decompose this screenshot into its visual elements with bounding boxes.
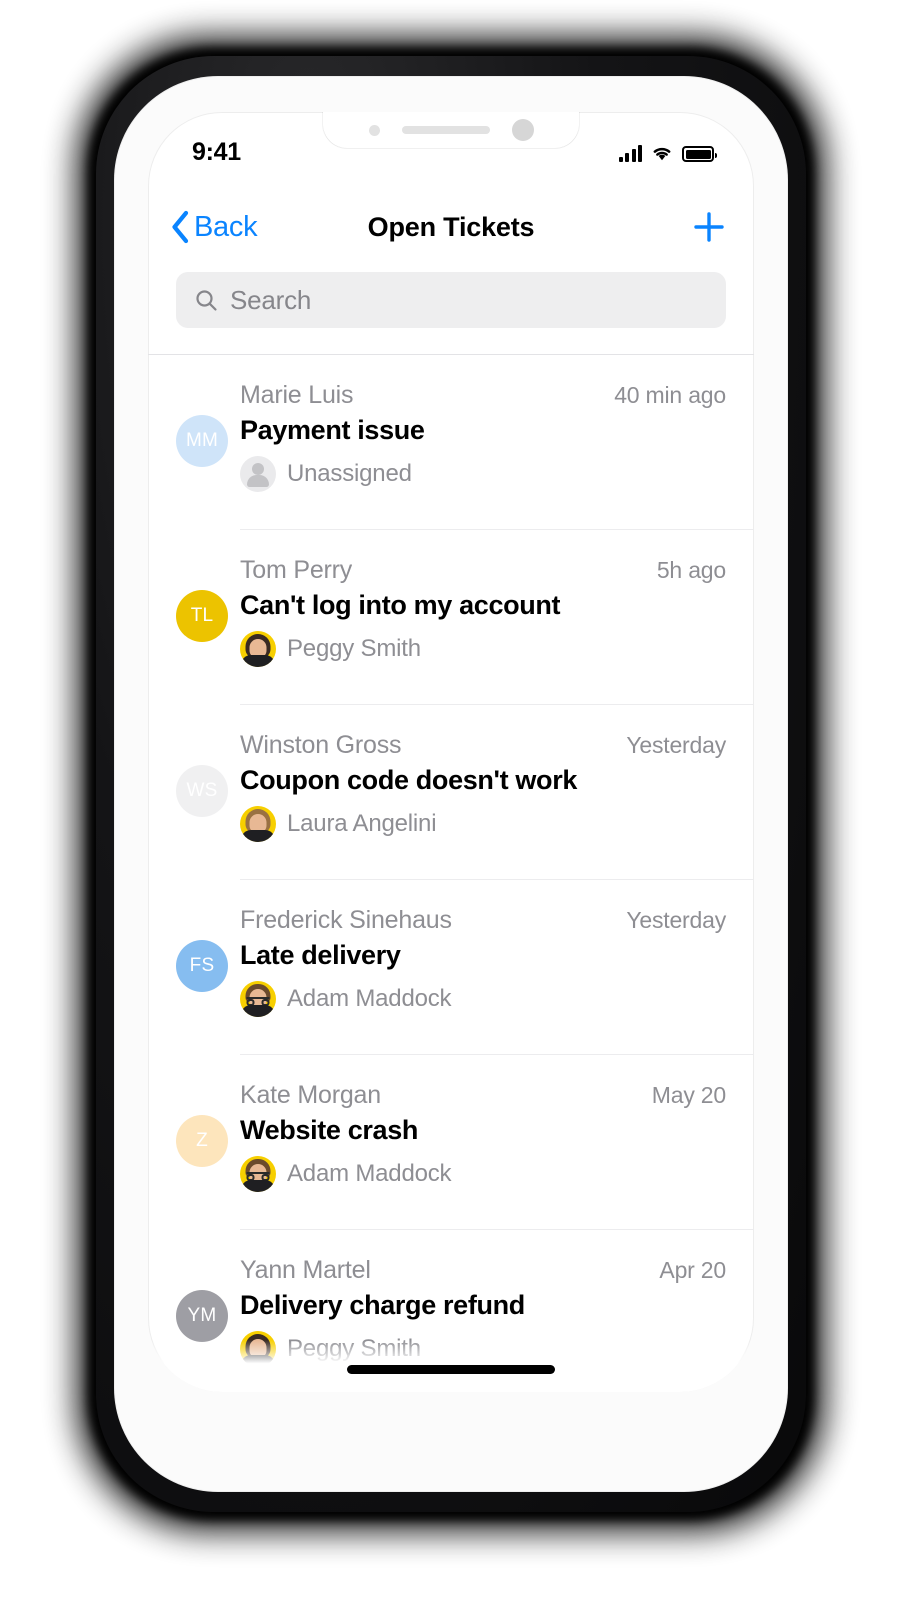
requester-avatar: TL: [176, 590, 228, 642]
add-ticket-button[interactable]: [692, 210, 726, 244]
unassigned-person-icon: [240, 456, 276, 492]
ticket-subject: Late delivery: [240, 940, 401, 970]
ticket-row[interactable]: Z Kate Morgan May 20 Website crash Adam Madd…: [148, 1055, 754, 1230]
battery-icon: [682, 146, 717, 162]
ticket-timestamp: Apr 20: [659, 1257, 726, 1283]
ticket-assignee: Unassigned: [240, 456, 726, 492]
ticket-content: Winston Gross Yesterday Coupon code doesn'…: [240, 731, 726, 842]
back-button-label: Back: [194, 210, 258, 243]
ticket-content: Tom Perry 5h ago Can't log into my account…: [240, 556, 726, 667]
search-icon: [194, 288, 218, 312]
requester-avatar: WS: [176, 765, 228, 817]
ticket-requester: Tom Perry: [240, 556, 353, 584]
phone-notch: [323, 112, 579, 148]
search-bar-container: Search: [148, 272, 754, 328]
ticket-timestamp: Yesterday: [626, 732, 726, 758]
requester-avatar: Z: [176, 1115, 228, 1167]
ticket-requester: Kate Morgan: [240, 1081, 381, 1109]
assignee-avatar-photo: [240, 981, 276, 1017]
ticket-content: Kate Morgan May 20 Website crash Adam Maddo…: [240, 1081, 726, 1192]
phone-screen: 9:41 Back Open Tickets Search MM Marie L…: [148, 112, 754, 1392]
ticket-requester: Winston Gross: [240, 731, 402, 759]
wifi-icon: [650, 144, 674, 162]
ticket-row[interactable]: MM Marie Luis 40 min ago Payment issue Unass…: [148, 355, 754, 530]
ticket-row[interactable]: TL Tom Perry 5h ago Can't log into my accou…: [148, 530, 754, 705]
ticket-row[interactable]: FS Frederick Sinehaus Yesterday Late delive…: [148, 880, 754, 1055]
back-button[interactable]: Back: [170, 210, 258, 244]
ticket-subject: Delivery charge refund: [240, 1290, 525, 1320]
search-placeholder-text: Search: [230, 284, 312, 315]
status-bar-icons: [618, 144, 717, 162]
ticket-timestamp: 40 min ago: [614, 382, 726, 408]
ticket-subject: Website crash: [240, 1115, 419, 1145]
assignee-avatar-photo: [240, 631, 276, 667]
ticket-timestamp: May 20: [651, 1082, 726, 1108]
signal-bars-icon: [618, 145, 642, 162]
ticket-requester: Frederick Sinehaus: [240, 906, 452, 934]
ticket-assignee: Peggy Smith: [240, 631, 726, 667]
ticket-assignee-name: Adam Maddock: [287, 985, 452, 1012]
assignee-avatar-photo: [240, 806, 276, 842]
ticket-assignee: Adam Maddock: [240, 981, 726, 1017]
ticket-subject: Payment issue: [240, 415, 425, 445]
ticket-timestamp: Yesterday: [626, 907, 726, 933]
ticket-assignee-name: Peggy Smith: [287, 635, 421, 662]
proximity-sensor-icon: [368, 124, 380, 136]
requester-avatar: YM: [176, 1290, 228, 1342]
ticket-content: Frederick Sinehaus Yesterday Late delivery…: [240, 906, 726, 1017]
ticket-meta-row: Frederick Sinehaus Yesterday: [240, 906, 726, 935]
chevron-left-icon: [170, 210, 190, 244]
requester-avatar: MM: [176, 415, 228, 467]
front-camera-icon: [511, 119, 534, 141]
ticket-meta-row: Winston Gross Yesterday: [240, 731, 726, 760]
status-bar-time: 9:41: [192, 137, 241, 166]
ticket-assignee: Laura Angelini: [240, 806, 726, 842]
ticket-timestamp: 5h ago: [656, 557, 726, 583]
ticket-meta-row: Kate Morgan May 20: [240, 1081, 726, 1110]
ticket-subject: Can't log into my account: [240, 590, 561, 620]
assignee-avatar-photo: [240, 1156, 276, 1192]
ticket-meta-row: Tom Perry 5h ago: [240, 556, 726, 585]
ticket-assignee-name: Adam Maddock: [287, 1160, 452, 1187]
earpiece-speaker: [401, 126, 490, 134]
ticket-content: Marie Luis 40 min ago Payment issue Unassig…: [240, 381, 726, 492]
navigation-bar: Back Open Tickets: [148, 184, 754, 270]
ticket-row[interactable]: WS Winston Gross Yesterday Coupon code does…: [148, 705, 754, 880]
ticket-list[interactable]: MM Marie Luis 40 min ago Payment issue Unass…: [148, 355, 754, 1392]
plus-icon: [694, 212, 724, 242]
ticket-assignee-name: Laura Angelini: [287, 810, 437, 837]
requester-avatar: FS: [176, 940, 228, 992]
ticket-assignee-name: Unassigned: [287, 460, 412, 487]
ticket-meta-row: Marie Luis 40 min ago: [240, 381, 726, 410]
ticket-meta-row: Yann Martel Apr 20: [240, 1256, 726, 1285]
ticket-requester: Marie Luis: [240, 381, 354, 409]
home-indicator[interactable]: [347, 1365, 555, 1374]
ticket-requester: Yann Martel: [240, 1256, 371, 1284]
ticket-subject: Coupon code doesn't work: [240, 765, 578, 795]
search-input[interactable]: Search: [176, 272, 726, 328]
ticket-assignee: Adam Maddock: [240, 1156, 726, 1192]
